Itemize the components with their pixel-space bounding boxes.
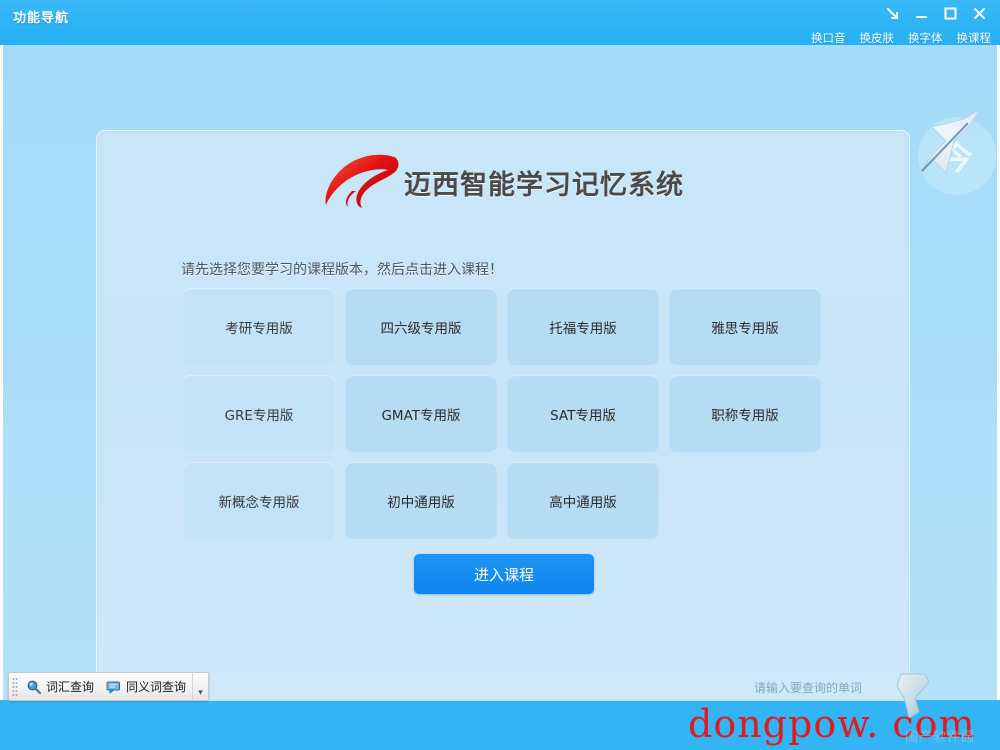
lookup-toolbar: 词汇查询 同义词查询 ▾ — [8, 672, 210, 701]
toolbar-overflow-button[interactable]: ▾ — [192, 672, 208, 701]
menu-bar: 换口音 换皮肤 换字体 换课程 — [811, 30, 991, 46]
magnifier-icon — [27, 680, 42, 694]
search-input[interactable] — [752, 676, 997, 700]
course-tile-xingainian[interactable]: 新概念专用版 — [183, 462, 335, 539]
enter-course-button[interactable]: 进入课程 — [414, 554, 594, 594]
course-tile-senior-high[interactable]: 高中通用版 — [507, 462, 659, 539]
menu-item-change-skin[interactable]: 换皮肤 — [860, 30, 895, 46]
course-row: 考研专用版 四六级专用版 托福专用版 雅思专用版 — [183, 288, 831, 375]
arrow-down-right-icon — [886, 7, 898, 19]
app-logo: 迈西智能学习记忆系统 — [322, 149, 684, 215]
window-body: 今 迈西智能学习记忆系统 请先选择您要学习的课程版本，然后点击进入课程！ 考研专… — [0, 45, 1000, 701]
course-tile-sat[interactable]: SAT专用版 — [507, 375, 659, 452]
course-tile-toefl[interactable]: 托福专用版 — [507, 288, 659, 365]
application-window: 功能导航 换口音 换皮肤 换字体 换课程 今 迈西智能学习记忆系统 请先选择您要… — [0, 0, 1000, 750]
window-title: 功能导航 — [13, 11, 70, 26]
menu-item-change-accent[interactable]: 换口音 — [811, 30, 846, 46]
course-tile-cet46[interactable]: 四六级专用版 — [345, 288, 497, 365]
minimize-icon — [915, 15, 927, 18]
menu-item-change-font[interactable]: 换字体 — [908, 30, 943, 46]
title-bar: 功能导航 换口音 换皮肤 换字体 换课程 — [0, 0, 1000, 45]
menu-item-change-course[interactable]: 换课程 — [957, 30, 992, 46]
toolbar-item-label: 词汇查询 — [46, 680, 95, 694]
course-tile-junior-high[interactable]: 初中通用版 — [345, 462, 497, 539]
course-tile-gre[interactable]: GRE专用版 — [183, 375, 335, 452]
course-row: GRE专用版 GMAT专用版 SAT专用版 职称专用版 — [183, 375, 831, 462]
red-swoosh-logo-icon — [325, 154, 399, 208]
minimize-button[interactable] — [908, 2, 934, 24]
minimize-to-tray-button[interactable] — [879, 2, 905, 24]
site-watermark: dongpow. com — [688, 702, 976, 746]
course-tile-kaoyan[interactable]: 考研专用版 — [183, 288, 335, 365]
toolbar-item-label: 同义词查询 — [126, 680, 187, 694]
course-tile-zhicheng[interactable]: 职称专用版 — [669, 375, 821, 452]
speech-bubble-icon — [106, 681, 121, 693]
toolbar-item-synonym-lookup[interactable]: 同义词查询 — [100, 674, 192, 699]
instruction-text: 请先选择您要学习的课程版本，然后点击进入课程！ — [181, 262, 503, 278]
close-icon — [973, 7, 985, 19]
toolbar-item-vocabulary-lookup[interactable]: 词汇查询 — [20, 674, 100, 699]
course-selection-panel: 迈西智能学习记忆系统 请先选择您要学习的课程版本，然后点击进入课程！ 考研专用版… — [96, 130, 910, 701]
course-row: 新概念专用版 初中通用版 高中通用版 — [183, 462, 831, 549]
course-tile-ielts[interactable]: 雅思专用版 — [669, 288, 821, 365]
maximize-button[interactable] — [937, 2, 963, 24]
today-watermark-badge: 今 — [918, 117, 996, 195]
logo-text: 迈西智能学习记忆系统 — [404, 169, 684, 201]
cn-site-watermark: 国产软件园 — [905, 730, 976, 745]
close-button[interactable] — [966, 2, 992, 24]
word-search-box[interactable] — [752, 676, 997, 700]
course-tile-gmat[interactable]: GMAT专用版 — [345, 375, 497, 452]
maximize-icon — [944, 7, 956, 19]
window-controls — [879, 2, 992, 24]
toolbar-drag-handle[interactable] — [12, 676, 18, 697]
course-grid: 考研专用版 四六级专用版 托福专用版 雅思专用版 GRE专用版 GMAT专用版 … — [183, 288, 831, 549]
